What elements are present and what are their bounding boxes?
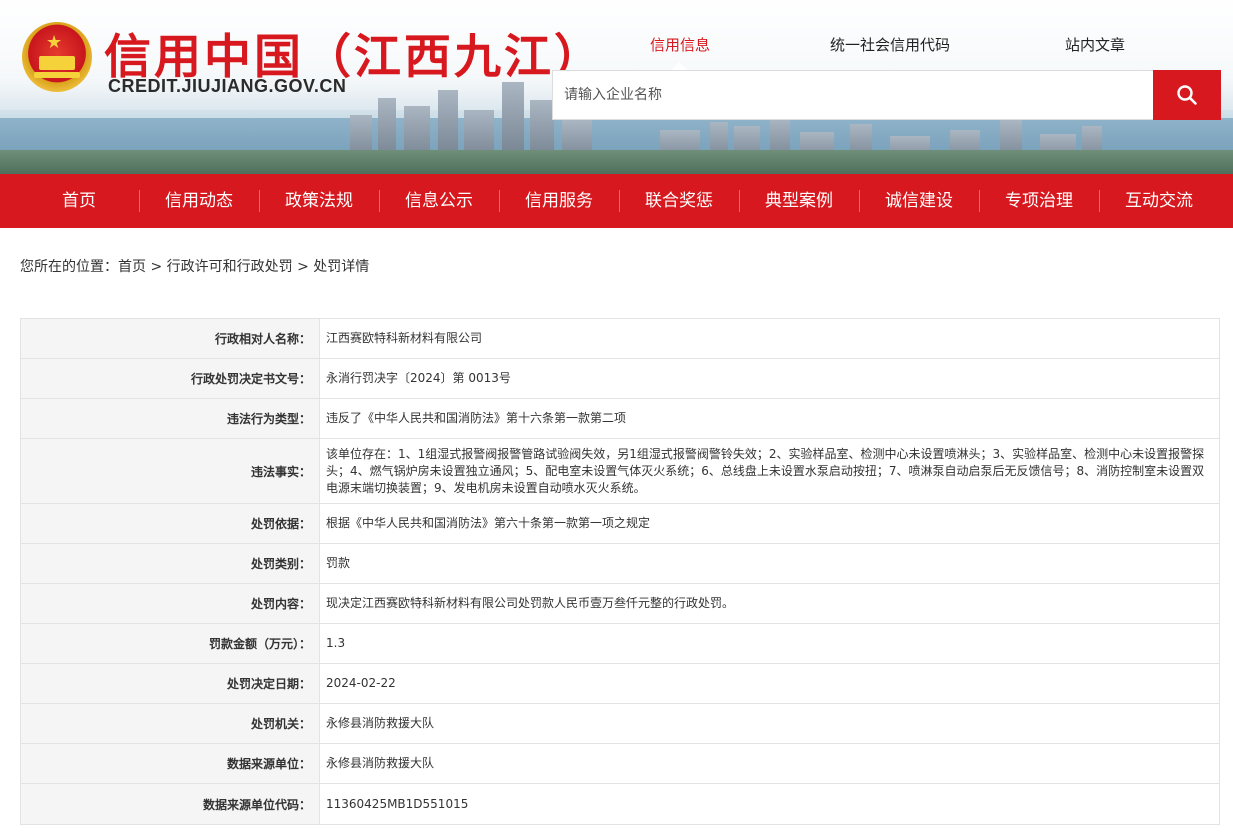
search-tab-credit-info[interactable]: 信用信息 xyxy=(650,34,710,55)
nav-item-credit-news[interactable]: 信用动态 xyxy=(139,174,259,228)
detail-row-fine-amount: 罚款金额（万元）： 1.3 xyxy=(21,624,1219,664)
detail-value: 永修县消防救援大队 xyxy=(326,716,435,730)
detail-row-penalty-basis: 处罚依据： 根据《中华人民共和国消防法》第六十条第一款第一项之规定 xyxy=(21,504,1219,544)
detail-value: 1.3 xyxy=(326,636,346,650)
detail-label: 违法事实： xyxy=(21,439,320,503)
detail-value: 永消行罚决字〔2024〕第 0013号 xyxy=(326,371,511,385)
search-tab-credit-code[interactable]: 统一社会信用代码 xyxy=(830,34,950,55)
nav-item-integrity[interactable]: 诚信建设 xyxy=(859,174,979,228)
detail-value: 11360425MB1D551015 xyxy=(326,796,469,811)
detail-value: 现决定江西赛欧特科新材料有限公司处罚款人民币壹万叁仟元整的行政处罚。 xyxy=(326,596,735,610)
active-tab-pointer xyxy=(671,62,687,70)
breadcrumb: 您所在的位置：首页 > 行政许可和行政处罚 > 处罚详情 xyxy=(20,257,369,277)
search-box xyxy=(552,70,1221,120)
detail-row-decision-number: 行政处罚决定书文号： 永消行罚决字〔2024〕第 0013号 xyxy=(21,359,1219,399)
detail-label: 处罚类别： xyxy=(21,544,320,583)
detail-row-violation-facts: 违法事实： 该单位存在：1、1组湿式报警阀报警管路试验阀失效，另1组湿式报警阀警… xyxy=(21,439,1219,504)
search-tab-articles[interactable]: 站内文章 xyxy=(1065,34,1125,55)
header-banner: ★ 信用中国（江西九江） CREDIT.JIUJIANG.GOV.CN 信用信息… xyxy=(0,0,1233,174)
banner-shore xyxy=(0,150,1233,174)
detail-value: 江西赛欧特科新材料有限公司 xyxy=(326,331,483,345)
detail-value: 罚款 xyxy=(326,556,351,570)
nav-item-joint-rewards[interactable]: 联合奖惩 xyxy=(619,174,739,228)
detail-label: 处罚内容： xyxy=(21,584,320,623)
search-tabs: 信用信息 统一社会信用代码 站内文章 xyxy=(553,34,1220,70)
detail-row-party-name: 行政相对人名称： 江西赛欧特科新材料有限公司 xyxy=(21,319,1219,359)
detail-row-data-source: 数据来源单位： 永修县消防救援大队 xyxy=(21,744,1219,784)
detail-row-violation-type: 违法行为类型： 违反了《中华人民共和国消防法》第十六条第一款第二项 xyxy=(21,399,1219,439)
detail-label: 行政相对人名称： xyxy=(21,319,320,358)
breadcrumb-current: 处罚详情 xyxy=(313,259,370,275)
nav-item-credit-services[interactable]: 信用服务 xyxy=(499,174,619,228)
nav-item-policies[interactable]: 政策法规 xyxy=(259,174,379,228)
detail-label: 数据来源单位代码： xyxy=(21,784,320,824)
detail-value: 根据《中华人民共和国消防法》第六十条第一款第一项之规定 xyxy=(326,516,651,530)
detail-row-penalty-content: 处罚内容： 现决定江西赛欧特科新材料有限公司处罚款人民币壹万叁仟元整的行政处罚。 xyxy=(21,584,1219,624)
national-emblem-icon[interactable]: ★ xyxy=(22,22,92,92)
detail-label: 数据来源单位： xyxy=(21,744,320,783)
detail-row-penalty-category: 处罚类别： 罚款 xyxy=(21,544,1219,584)
detail-label: 行政处罚决定书文号： xyxy=(21,359,320,398)
detail-row-data-source-code: 数据来源单位代码： 11360425MB1D551015 xyxy=(21,784,1219,824)
nav-item-disclosure[interactable]: 信息公示 xyxy=(379,174,499,228)
detail-row-penalty-authority: 处罚机关： 永修县消防救援大队 xyxy=(21,704,1219,744)
nav-item-home[interactable]: 首页 xyxy=(19,174,139,228)
search-icon xyxy=(1177,85,1197,105)
search-input[interactable] xyxy=(553,71,1153,119)
breadcrumb-separator: > xyxy=(292,259,314,275)
main-nav: 首页 信用动态 政策法规 信息公示 信用服务 联合奖惩 典型案例 诚信建设 专项… xyxy=(0,174,1233,228)
detail-value: 违反了《中华人民共和国消防法》第十六条第一款第二项 xyxy=(326,411,627,425)
detail-value: 该单位存在：1、1组湿式报警阀报警管路试验阀失效，另1组湿式报警阀警铃失效；2、… xyxy=(326,446,1205,495)
penalty-detail-table: 行政相对人名称： 江西赛欧特科新材料有限公司 行政处罚决定书文号： 永消行罚决字… xyxy=(20,318,1220,825)
detail-label: 罚款金额（万元）： xyxy=(21,624,320,663)
nav-item-typical-cases[interactable]: 典型案例 xyxy=(739,174,859,228)
detail-label: 违法行为类型： xyxy=(21,399,320,438)
detail-label: 处罚依据： xyxy=(21,504,320,543)
detail-value: 2024-02-22 xyxy=(326,676,396,690)
nav-item-interaction[interactable]: 互动交流 xyxy=(1099,174,1219,228)
breadcrumb-separator: > xyxy=(146,259,167,275)
detail-row-decision-date: 处罚决定日期： 2024-02-22 xyxy=(21,664,1219,704)
search-button[interactable] xyxy=(1153,70,1221,120)
detail-label: 处罚决定日期： xyxy=(21,664,320,703)
site-domain: CREDIT.JIUJIANG.GOV.CN xyxy=(108,76,347,96)
detail-value: 永修县消防救援大队 xyxy=(326,756,435,770)
detail-label: 处罚机关： xyxy=(21,704,320,743)
breadcrumb-home[interactable]: 首页 xyxy=(118,257,146,277)
nav-item-special-governance[interactable]: 专项治理 xyxy=(979,174,1099,228)
breadcrumb-prefix: 您所在的位置： xyxy=(20,259,118,275)
breadcrumb-admin-penalty[interactable]: 行政许可和行政处罚 xyxy=(167,257,293,277)
